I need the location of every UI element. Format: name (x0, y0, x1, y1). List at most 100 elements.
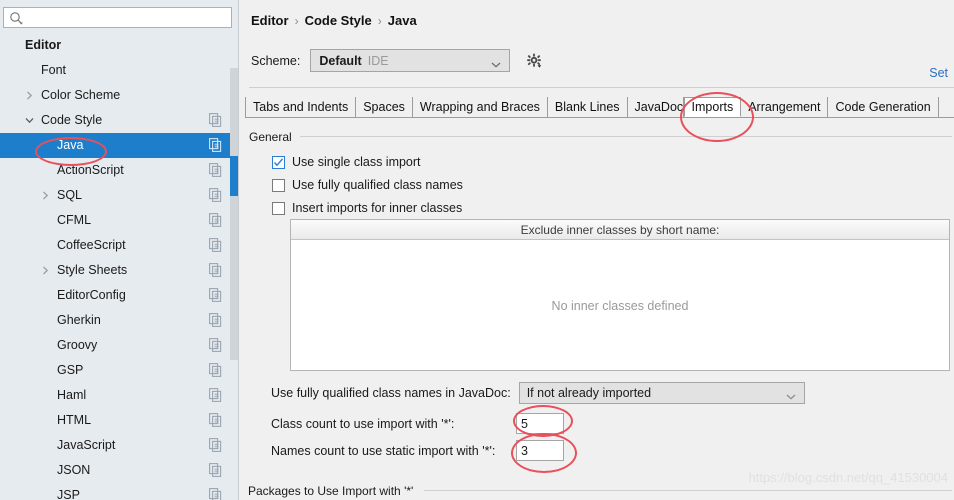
settings-tabs[interactable]: Tabs and Indents Spaces Wrapping and Brace… (245, 97, 939, 117)
javadoc-fqn-label: Use fully qualified class names in JavaD… (271, 386, 511, 400)
twisty-placeholder (38, 158, 53, 183)
tab-wrapping-and-braces[interactable]: Wrapping and Braces (412, 97, 548, 117)
copy-icon[interactable] (209, 113, 222, 127)
twisty-placeholder (38, 433, 53, 458)
chevron-down-icon (491, 57, 501, 68)
search-input[interactable] (23, 9, 231, 26)
sidebar-search[interactable] (3, 7, 232, 28)
sidebar-item-label: Font (41, 63, 67, 77)
sidebar-scrollbar-thumb[interactable] (230, 156, 238, 196)
sidebar-item-style-sheets[interactable]: Style Sheets (0, 258, 232, 283)
sidebar-item-label: ActionScript (57, 163, 124, 177)
copy-icon[interactable] (209, 363, 222, 377)
sidebar-item-json[interactable]: JSON (0, 458, 232, 483)
checkbox-use-single-class-import[interactable]: Use single class import (272, 155, 421, 169)
sidebar-item-editor[interactable]: Editor (0, 33, 232, 58)
sidebar-scrollbar-track[interactable] (230, 68, 238, 360)
sidebar-item-label: Code Style (41, 113, 103, 127)
chevron-right-icon (43, 191, 49, 200)
exclude-list-header: Exclude inner classes by short name: (291, 220, 949, 240)
tab-tabs-and-indents[interactable]: Tabs and Indents (245, 97, 357, 117)
sidebar-item-font[interactable]: Font (0, 58, 232, 83)
javadoc-fqn-row: Use fully qualified class names in JavaD… (271, 382, 805, 404)
scheme-subtext: IDE (367, 53, 389, 68)
copy-icon[interactable] (209, 238, 222, 252)
copy-icon[interactable] (209, 213, 222, 227)
sidebar-item-coffeescript[interactable]: CoffeeScript (0, 233, 232, 258)
copy-icon[interactable] (209, 388, 222, 402)
copy-icon (209, 438, 222, 452)
sidebar-item-gherkin[interactable]: Gherkin (0, 308, 232, 333)
copy-icon[interactable] (209, 138, 222, 152)
tab-arrangement[interactable]: Arrangement (741, 97, 829, 117)
twisty-placeholder (38, 283, 53, 308)
copy-icon[interactable] (209, 288, 222, 302)
checkbox-box[interactable] (272, 201, 285, 215)
sidebar-item-color-scheme[interactable]: Color Scheme (0, 83, 232, 108)
sidebar-item-java[interactable]: Java (0, 133, 232, 158)
copy-icon (209, 188, 222, 202)
copy-icon (209, 338, 222, 352)
tab-blank-lines[interactable]: Blank Lines (547, 97, 628, 117)
copy-icon[interactable] (209, 313, 222, 327)
settings-tree[interactable]: Editor Font Color Scheme Code Style Java Acti… (0, 33, 232, 500)
copy-icon[interactable] (209, 413, 222, 427)
settings-window: Editor Font Color Scheme Code Style Java Acti… (0, 0, 954, 500)
copy-icon[interactable] (209, 188, 222, 202)
sidebar-item-haml[interactable]: Haml (0, 383, 232, 408)
sidebar-item-actionscript[interactable]: ActionScript (0, 158, 232, 183)
twisty-placeholder (38, 483, 53, 500)
checkbox-use-fully-qualified-class-names[interactable]: Use fully qualified class names (272, 178, 463, 192)
copy-icon (209, 163, 222, 177)
breadcrumb-item-editor[interactable]: Editor (251, 13, 289, 28)
settings-link[interactable]: Set (929, 66, 948, 80)
checkbox-box[interactable] (272, 178, 285, 192)
javadoc-fqn-combobox[interactable]: If not already imported (518, 382, 805, 404)
copy-icon (209, 263, 222, 277)
sidebar-item-javascript[interactable]: JavaScript (0, 433, 232, 458)
sidebar-item-label: Gherkin (57, 313, 101, 327)
sidebar-item-sql[interactable]: SQL (0, 183, 232, 208)
sidebar-item-gsp[interactable]: GSP (0, 358, 232, 383)
twisty-placeholder (38, 208, 53, 233)
check-icon (273, 157, 284, 166)
class-count-row: Class count to use import with '*': (271, 413, 564, 434)
twisty-placeholder (38, 408, 53, 433)
scheme-settings-gear-button[interactable] (524, 51, 544, 71)
tab-javadoc[interactable]: JavaDoc (627, 97, 684, 117)
twisty-collapsed[interactable] (22, 83, 37, 108)
names-count-input[interactable] (516, 440, 564, 461)
sidebar-item-label: HTML (57, 413, 92, 427)
exclude-inner-classes-panel[interactable]: Exclude inner classes by short name: No … (290, 219, 950, 371)
copy-icon[interactable] (209, 488, 222, 500)
checkbox-insert-imports-for-inner-classes[interactable]: Insert imports for inner classes (272, 201, 462, 215)
tab-label: JavaDoc (634, 100, 684, 114)
twisty-collapsed[interactable] (38, 258, 53, 283)
tab-imports[interactable]: Imports (683, 97, 742, 117)
scheme-combobox[interactable]: Default IDE (310, 49, 511, 72)
scheme-label: Scheme: (251, 53, 301, 68)
copy-icon[interactable] (209, 438, 222, 452)
sidebar-item-groovy[interactable]: Groovy (0, 333, 232, 358)
class-count-input[interactable] (516, 413, 564, 434)
twisty-placeholder (38, 133, 53, 158)
breadcrumb-item-code-style[interactable]: Code Style (305, 13, 372, 28)
sidebar-item-html[interactable]: HTML (0, 408, 232, 433)
sidebar-item-cfml[interactable]: CFML (0, 208, 232, 233)
tab-spaces[interactable]: Spaces (356, 97, 413, 117)
copy-icon[interactable] (209, 463, 222, 477)
sidebar-item-label: Editor (25, 38, 62, 52)
sidebar-item-jsp[interactable]: JSP (0, 483, 232, 500)
breadcrumb-item-java[interactable]: Java (388, 13, 417, 28)
copy-icon[interactable] (209, 263, 222, 277)
twisty-collapsed[interactable] (38, 183, 53, 208)
copy-icon (209, 463, 222, 477)
twisty-expanded[interactable] (22, 108, 37, 133)
checkbox-box[interactable] (272, 155, 285, 169)
copy-icon[interactable] (209, 338, 222, 352)
copy-icon[interactable] (209, 163, 222, 177)
sidebar-item-code-style[interactable]: Code Style (0, 108, 232, 133)
sidebar-item-editorconfig[interactable]: EditorConfig (0, 283, 232, 308)
tab-code-generation[interactable]: Code Generation (828, 97, 939, 117)
tab-label: Spaces (363, 100, 405, 114)
